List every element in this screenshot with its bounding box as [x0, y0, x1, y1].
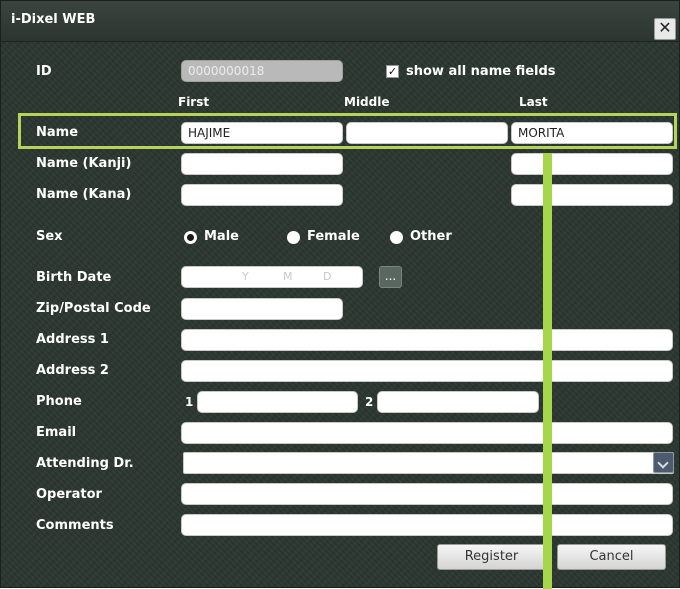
birth-date-input[interactable]: Y M D	[181, 266, 363, 288]
first-name-kana-input[interactable]	[181, 184, 343, 206]
sex-other-radio[interactable]	[390, 231, 403, 244]
attending-select[interactable]	[183, 452, 674, 474]
phone2-input[interactable]	[377, 391, 539, 413]
dialog-window: i-Dixel WEB ✕ ID ✓ show all name fields …	[0, 0, 680, 589]
guide-bar	[543, 153, 552, 589]
comments-input[interactable]	[181, 514, 673, 536]
column-middle: Middle	[344, 95, 390, 109]
cancel-button[interactable]: Cancel	[557, 544, 666, 570]
address2-label: Address 2	[36, 363, 109, 378]
date-month-hint: M	[283, 270, 293, 283]
comments-label: Comments	[36, 518, 114, 533]
close-icon[interactable]: ✕	[654, 18, 676, 40]
show-all-label: show all name fields	[406, 64, 556, 79]
address2-input[interactable]	[181, 360, 673, 382]
email-label: Email	[36, 425, 77, 440]
title-bar: i-Dixel WEB ✕	[1, 1, 679, 42]
attending-label: Attending Dr.	[36, 456, 134, 471]
register-button[interactable]: Register	[437, 544, 546, 570]
last-name-kana-input[interactable]	[511, 184, 673, 206]
date-picker-button[interactable]: ...	[379, 266, 402, 288]
name-row-highlight	[18, 113, 677, 149]
date-day-hint: D	[323, 270, 332, 283]
zip-label: Zip/Postal Code	[36, 301, 151, 316]
operator-input[interactable]	[181, 483, 673, 505]
first-name-kanji-input[interactable]	[181, 153, 343, 175]
phone2-number: 2	[365, 395, 374, 409]
sex-female-radio[interactable]	[287, 231, 300, 244]
zip-input[interactable]	[181, 298, 343, 320]
date-year-hint: Y	[242, 270, 249, 283]
email-input[interactable]	[181, 422, 673, 444]
address1-input[interactable]	[181, 329, 673, 351]
name-kana-label: Name (Kana)	[36, 187, 132, 202]
birth-date-label: Birth Date	[36, 270, 112, 285]
sex-male-label: Male	[204, 229, 239, 244]
last-name-kanji-input[interactable]	[511, 153, 673, 175]
name-kanji-label: Name (Kanji)	[36, 156, 132, 171]
show-all-checkbox[interactable]: ✓	[386, 65, 399, 78]
phone1-number: 1	[185, 395, 194, 409]
phone-label: Phone	[36, 394, 82, 409]
window-title: i-Dixel WEB	[11, 12, 96, 27]
sex-label: Sex	[36, 229, 63, 244]
sex-female-label: Female	[307, 229, 360, 244]
sex-other-label: Other	[410, 229, 452, 244]
id-label: ID	[36, 64, 52, 79]
phone1-input[interactable]	[197, 391, 358, 413]
chevron-down-icon[interactable]	[653, 452, 674, 473]
sex-male-radio[interactable]	[184, 231, 197, 244]
operator-label: Operator	[36, 487, 102, 502]
id-field	[181, 60, 343, 82]
column-last: Last	[519, 95, 548, 109]
column-first: First	[178, 95, 210, 109]
address1-label: Address 1	[36, 332, 109, 347]
